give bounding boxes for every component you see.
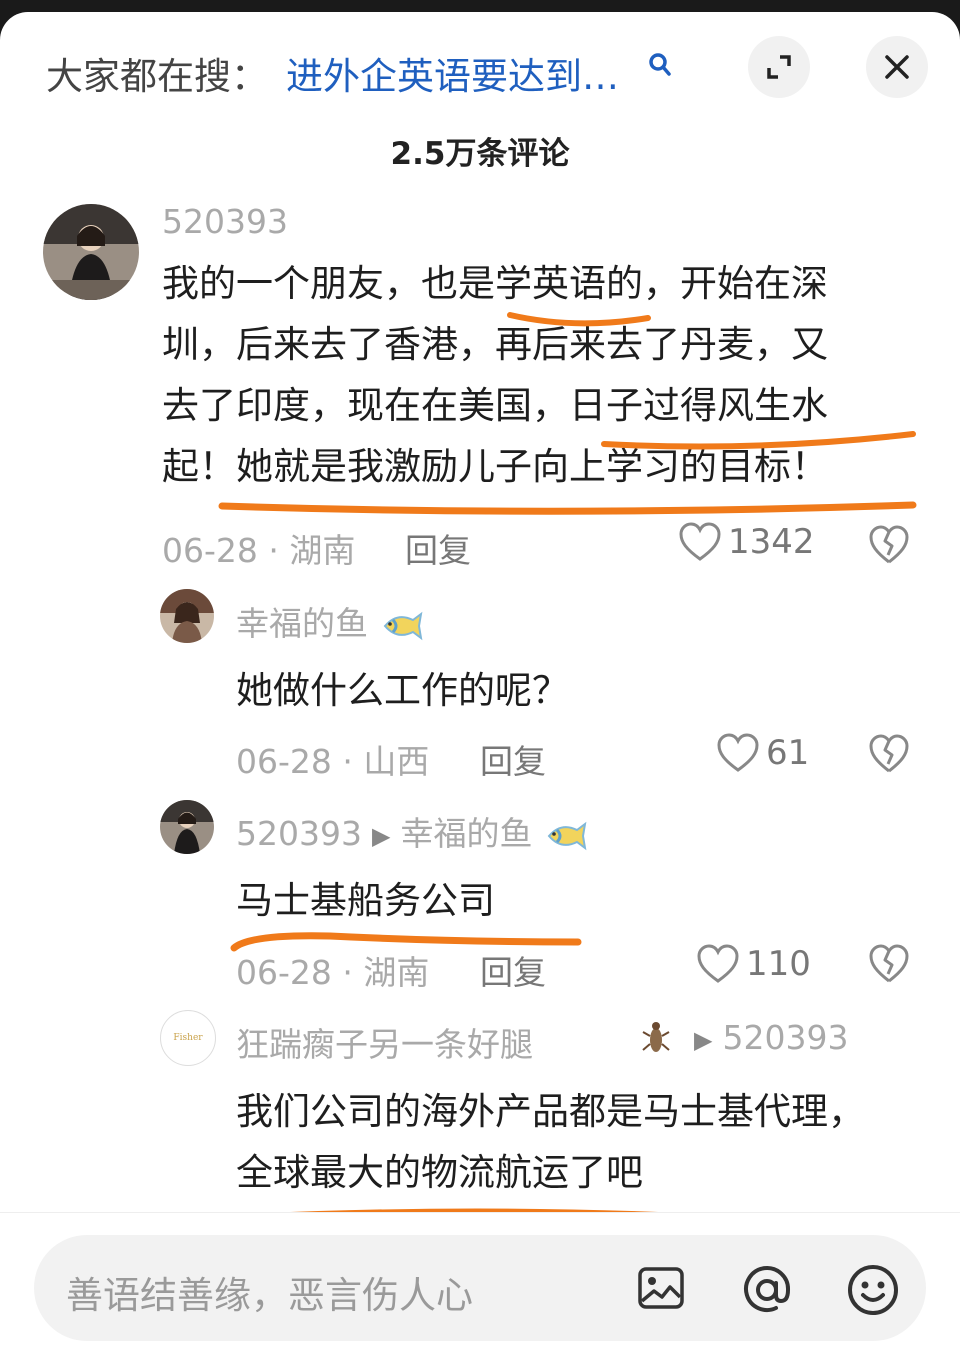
comment-text-line: 圳，后来去了香港，再后来去了丹麦，又 xyxy=(162,323,828,366)
like-button[interactable]: 1342 xyxy=(678,522,815,562)
comment-text: 马士基船务公司 xyxy=(236,879,495,922)
like-count: 61 xyxy=(766,733,810,773)
broken-heart-icon xyxy=(869,734,909,773)
comment-text-line: 全球最大的物流航运了吧 xyxy=(236,1151,643,1194)
comment-text: 我的一个朋友，也是学英语的，开始在深 圳，后来去了香港，再后来去了丹麦，又 去了… xyxy=(162,253,828,497)
reply-arrow-icon: ▶ xyxy=(694,1025,713,1054)
like-button[interactable]: 61 xyxy=(716,733,809,773)
reply-to-username[interactable]: 幸福的鱼 xyxy=(400,814,532,853)
heart-icon xyxy=(679,522,721,561)
broken-heart-icon xyxy=(869,525,909,564)
heart-icon xyxy=(717,733,759,772)
reply-button[interactable]: 回复 xyxy=(480,735,546,783)
dislike-button[interactable] xyxy=(868,734,910,778)
like-button[interactable]: 110 xyxy=(696,944,811,984)
heart-icon xyxy=(697,944,739,983)
username-text: 520393 xyxy=(236,814,362,853)
avatar[interactable]: Fisher xyxy=(160,1010,216,1066)
like-count: 1342 xyxy=(728,522,815,562)
fish-emoji-icon xyxy=(547,821,587,850)
reply-target[interactable]: ▶ 520393 xyxy=(694,1018,848,1057)
like-count: 110 xyxy=(746,944,811,984)
search-icon[interactable] xyxy=(648,52,672,82)
smiley-icon[interactable] xyxy=(846,1263,900,1321)
comment-sheet: 大家都在搜： 进外企英语要达到… 2.5万条评论 520393 我的一个朋友，也… xyxy=(0,12,960,1362)
dislike-button[interactable] xyxy=(868,525,910,569)
avatar[interactable] xyxy=(43,204,139,300)
comment-input[interactable]: 善语结善缘，恶言伤人心 xyxy=(34,1235,926,1341)
comment-text-line: 起！她就是我激励儿子向上学习的目标！ xyxy=(162,445,828,488)
comment-text-line: 去了印度，现在在美国，日子过得风生水 xyxy=(162,384,828,427)
comment-date-location: 06-28 · 湖南 xyxy=(162,531,356,570)
comment-count-title: 2.5万条评论 xyxy=(390,136,570,172)
comment-text: 我们公司的海外产品都是马士基代理， 全球最大的物流航运了吧 xyxy=(236,1081,865,1203)
avatar-logo-text: Fisher xyxy=(173,1033,203,1043)
bug-icon xyxy=(640,1018,672,1062)
search-prefix: 大家都在搜： xyxy=(46,55,268,98)
username-text: 幸福的鱼 xyxy=(236,604,368,643)
comment-username[interactable]: 幸福的鱼 xyxy=(236,597,423,645)
image-icon[interactable] xyxy=(636,1263,686,1317)
reply-button[interactable]: 回复 xyxy=(405,524,471,572)
close-icon xyxy=(885,55,909,79)
expand-icon xyxy=(767,55,791,79)
close-button[interactable] xyxy=(866,36,928,98)
at-icon[interactable] xyxy=(740,1263,794,1321)
comment-input-bar: 善语结善缘，恶言伤人心 xyxy=(0,1212,960,1362)
avatar[interactable] xyxy=(160,589,214,643)
search-suggestion-link[interactable]: 进外企英语要达到… xyxy=(286,46,619,100)
comment-date-location: 06-28 · 湖南 xyxy=(236,953,430,992)
reply-button[interactable]: 回复 xyxy=(480,946,546,994)
dislike-button[interactable] xyxy=(868,944,910,988)
comment-username[interactable]: 520393 xyxy=(162,202,288,241)
comment-input-placeholder: 善语结善缘，恶言伤人心 xyxy=(66,1274,473,1317)
comment-date-location: 06-28 · 山西 xyxy=(236,742,430,781)
reply-arrow-icon: ▶ xyxy=(371,821,391,850)
reply-to-username: 520393 xyxy=(722,1018,849,1057)
comment-text-line: 我们公司的海外产品都是马士基代理， xyxy=(236,1090,865,1133)
comment-username[interactable]: 520393 ▶ 幸福的鱼 xyxy=(236,807,587,855)
comment-text: 她做什么工作的呢？ xyxy=(236,669,569,712)
header-bar: 大家都在搜： 进外企英语要达到… xyxy=(0,12,960,122)
comment-text-line: 我的一个朋友，也是学英语的，开始在深 xyxy=(162,262,828,305)
fish-emoji-icon xyxy=(383,611,422,640)
expand-button[interactable] xyxy=(748,36,810,98)
avatar[interactable] xyxy=(160,800,214,854)
comment-username[interactable]: 狂踹瘸子另一条好腿 xyxy=(236,1018,533,1066)
broken-heart-icon xyxy=(869,944,909,983)
